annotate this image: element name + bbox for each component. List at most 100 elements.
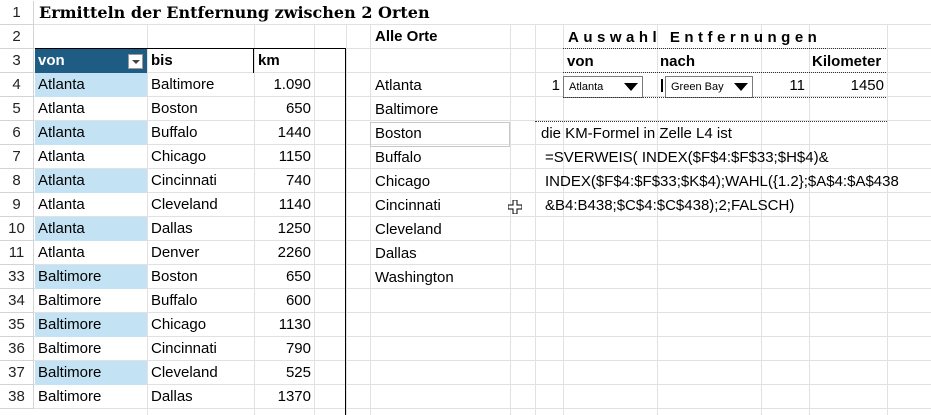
column-header-bis[interactable]: bis: [148, 49, 254, 73]
orte-list-item[interactable]: Buffalo: [372, 146, 424, 170]
row-header[interactable]: 6: [0, 121, 34, 145]
table-border: [35, 48, 346, 49]
row-header[interactable]: 10: [0, 217, 34, 241]
auswahl-km-label: Kilometer: [812, 53, 882, 70]
gridline: [887, 25, 888, 415]
cell-bis[interactable]: Boston: [148, 265, 254, 289]
cell-km[interactable]: 790: [255, 337, 314, 361]
cell-von[interactable]: Atlanta: [35, 241, 147, 265]
gridline: [346, 25, 347, 415]
cell-von[interactable]: Baltimore: [35, 289, 147, 313]
cell-bis[interactable]: Cincinnati: [148, 337, 254, 361]
cell-bis[interactable]: Denver: [148, 241, 254, 265]
cell-bis[interactable]: Cleveland: [148, 193, 254, 217]
cell-km[interactable]: 650: [255, 97, 314, 121]
auswahl-header: Auswahl Entfernungen: [568, 29, 822, 46]
cell-von[interactable]: Baltimore: [35, 313, 147, 337]
cell-km[interactable]: 1140: [255, 193, 314, 217]
cell-von[interactable]: Atlanta: [35, 193, 147, 217]
dropdown-arrow-icon: [734, 83, 748, 91]
cell-bis[interactable]: Buffalo: [148, 121, 254, 145]
column-header-km[interactable]: km: [255, 49, 314, 73]
cell-km[interactable]: 1250: [255, 217, 314, 241]
row-header[interactable]: 36: [0, 337, 34, 361]
cell-km[interactable]: 740: [255, 169, 314, 193]
sheet-title: Ermitteln der Entfernung zwischen 2 Orte…: [39, 3, 430, 22]
cell-bis[interactable]: Chicago: [148, 145, 254, 169]
row-header[interactable]: 9: [0, 193, 34, 217]
formula-note-line-2: =SVERWEIS( INDEX($F$4:$F$33;$H$4)&: [545, 149, 829, 166]
column-header-von-label: von: [38, 52, 65, 69]
cell-cursor-icon: [508, 200, 522, 214]
column-header-von[interactable]: von: [35, 49, 147, 73]
cell-von[interactable]: Atlanta: [35, 97, 147, 121]
cell-km[interactable]: 1150: [255, 145, 314, 169]
row-header[interactable]: 33: [0, 265, 34, 289]
cell-von[interactable]: Baltimore: [35, 385, 147, 409]
gridline: [370, 25, 371, 415]
orte-list-item[interactable]: Baltimore: [372, 98, 441, 122]
table-border: [345, 49, 346, 415]
cell-km[interactable]: 1370: [255, 385, 314, 409]
auswahl-nach-label: nach: [660, 53, 696, 70]
row-header[interactable]: 2: [0, 25, 34, 49]
cell-bis[interactable]: Baltimore: [148, 73, 254, 97]
gridline: [510, 25, 511, 415]
cell-von[interactable]: Baltimore: [35, 361, 147, 385]
nach-dropdown-value: Green Bay: [671, 81, 724, 93]
cell-von[interactable]: Baltimore: [35, 265, 147, 289]
orte-list-item[interactable]: Washington: [372, 266, 457, 290]
von-index-value: 1: [551, 77, 560, 94]
nach-index-value: 11: [789, 77, 805, 94]
row-header[interactable]: 11: [0, 241, 34, 265]
cell-von[interactable]: Atlanta: [35, 217, 147, 241]
row-header[interactable]: 5: [0, 97, 34, 121]
formula-note-line-4: &B4:B438;$C$4:$C$438);2;FALSCH): [545, 197, 795, 214]
cell-km[interactable]: 600: [255, 289, 314, 313]
cell-bis[interactable]: Dallas: [148, 217, 254, 241]
worksheet[interactable]: 1 2 3 4 5 6 7 8 9 10 11 33 34 35 36 37 38 Ermitteln der …: [0, 0, 931, 415]
selected-cell-boston[interactable]: [370, 122, 510, 147]
cell-bis[interactable]: Chicago: [148, 313, 254, 337]
row-header[interactable]: 38: [0, 385, 34, 409]
row-header[interactable]: 35: [0, 313, 34, 337]
orte-list-item[interactable]: Chicago: [372, 170, 433, 194]
row-header[interactable]: 4: [0, 73, 34, 97]
dropdown-arrow-icon: [624, 83, 638, 91]
row-header[interactable]: 7: [0, 145, 34, 169]
cell-von[interactable]: Baltimore: [35, 337, 147, 361]
orte-list-item[interactable]: Dallas: [372, 242, 420, 266]
row-header[interactable]: 8: [0, 169, 34, 193]
row-header[interactable]: 34: [0, 289, 34, 313]
gridline: [657, 25, 658, 415]
orte-list-item[interactable]: Atlanta: [372, 74, 425, 98]
row-header[interactable]: 37: [0, 361, 34, 385]
cell-km[interactable]: 1.090: [255, 73, 314, 97]
cell-von[interactable]: Atlanta: [35, 73, 147, 97]
cell-km[interactable]: 650: [255, 265, 314, 289]
orte-list-item[interactable]: Cleveland: [372, 218, 445, 242]
cell-bis[interactable]: Cleveland: [148, 361, 254, 385]
cell-von[interactable]: Atlanta: [35, 121, 147, 145]
formula-note-line-1: die KM-Formel in Zelle L4 ist: [541, 125, 732, 142]
auswahl-von-label: von: [567, 53, 594, 70]
cell-km[interactable]: 1440: [255, 121, 314, 145]
orte-list-item[interactable]: Cincinnati: [372, 194, 444, 218]
cell-bis[interactable]: Boston: [148, 97, 254, 121]
row-header[interactable]: 3: [0, 49, 34, 73]
von-dropdown-value: Atlanta: [569, 81, 604, 93]
gridline: [761, 25, 762, 415]
von-dropdown[interactable]: Atlanta: [563, 76, 643, 98]
nach-dropdown[interactable]: Green Bay: [665, 76, 753, 98]
cell-km[interactable]: 525: [255, 361, 314, 385]
cell-bis[interactable]: Dallas: [148, 385, 254, 409]
filter-dropdown-icon[interactable]: [128, 54, 143, 69]
cell-km[interactable]: 2260: [255, 241, 314, 265]
row-header[interactable]: 1: [0, 1, 34, 25]
cell-von[interactable]: Atlanta: [35, 169, 147, 193]
cell-von[interactable]: Atlanta: [35, 145, 147, 169]
formula-note-line-3: INDEX($F$4:$F$33;$K$4);WAHL({1.2};$A$4:$…: [545, 173, 899, 190]
cell-bis[interactable]: Cincinnati: [148, 169, 254, 193]
cell-km[interactable]: 1130: [255, 313, 314, 337]
cell-bis[interactable]: Buffalo: [148, 289, 254, 313]
